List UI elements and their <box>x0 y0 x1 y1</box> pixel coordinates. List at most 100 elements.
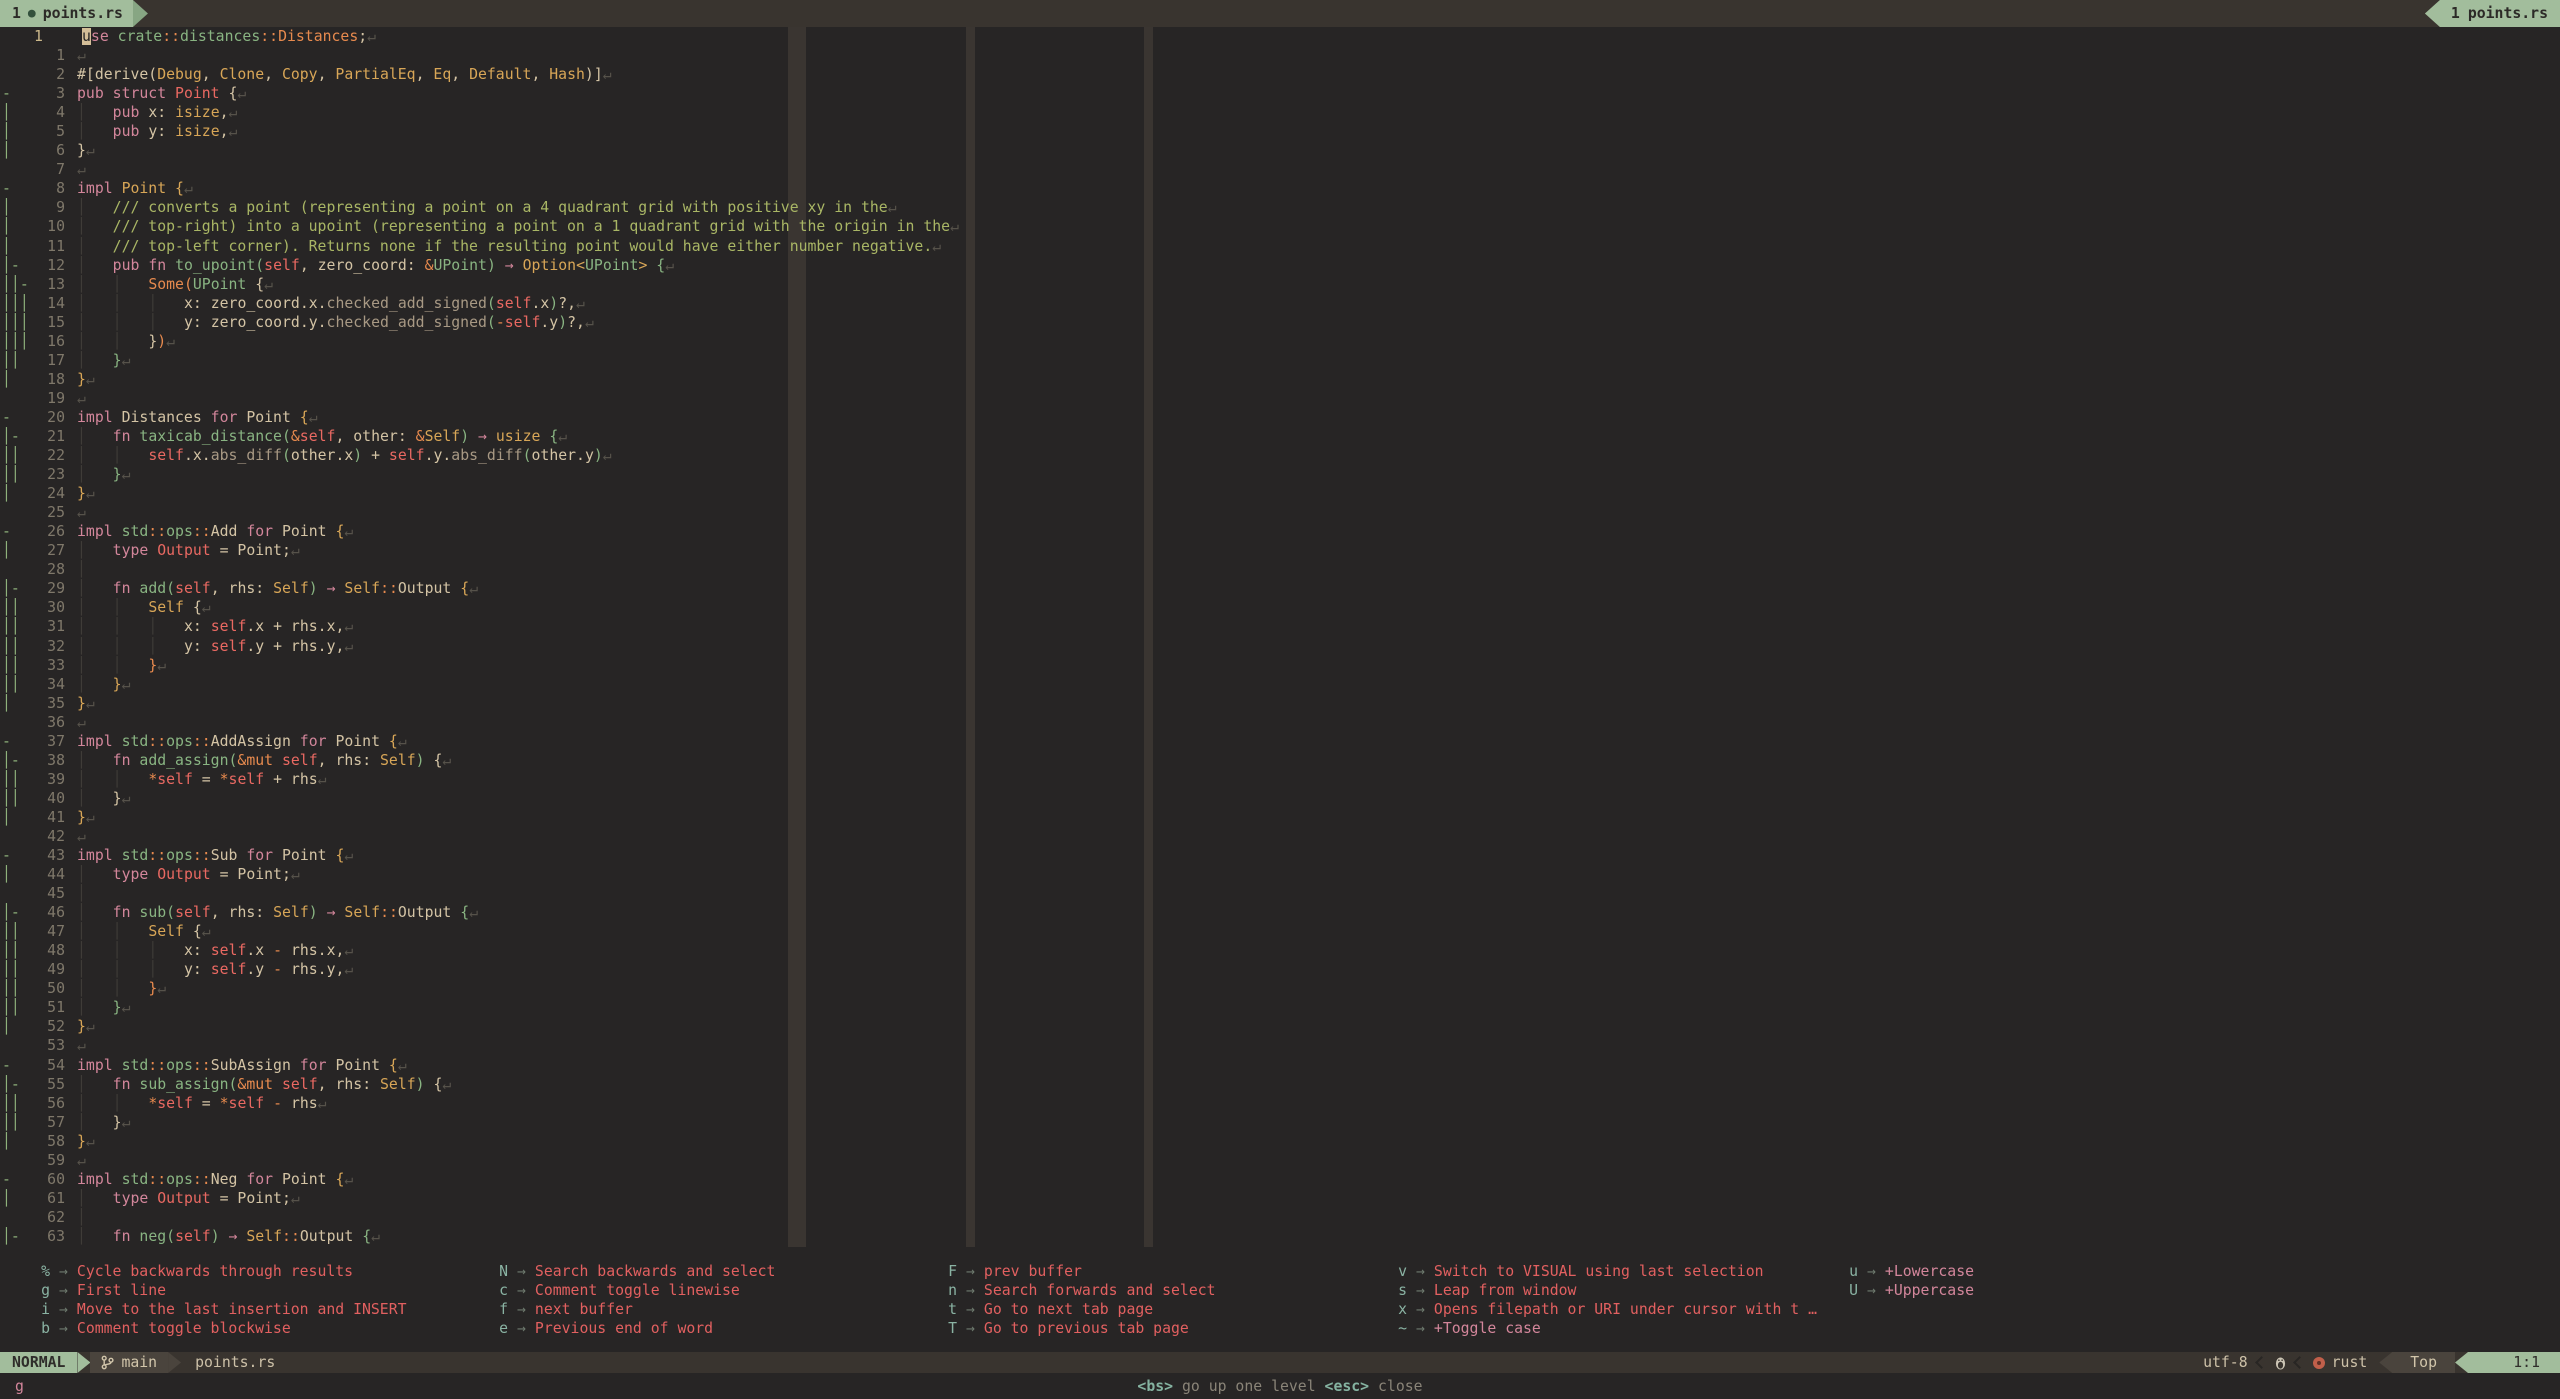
fold-column[interactable]: ││ <box>0 998 29 1017</box>
fold-column[interactable]: │ <box>0 198 29 217</box>
fold-column[interactable]: │- <box>0 751 29 770</box>
fold-column[interactable]: │ <box>0 694 29 713</box>
fold-column[interactable]: │ <box>0 484 29 503</box>
fold-column[interactable] <box>0 389 29 408</box>
fold-column[interactable]: ││ <box>0 465 29 484</box>
line-number[interactable]: 29 <box>29 579 65 598</box>
code-line[interactable]: │││ 14 │ │ │ x: zero_coord.x.checked_add_s… <box>0 294 2560 313</box>
fold-column[interactable]: ││ <box>0 675 29 694</box>
editor-window[interactable]: 1 use crate::distances::Distances;↵ 1 ↵ 2 #[d… <box>0 27 2560 1352</box>
code-line[interactable]: │- 12 │ pub fn to_upoint(self, zero_coord:… <box>0 256 2560 275</box>
line-number[interactable]: 55 <box>29 1075 65 1094</box>
fold-column[interactable] <box>0 1036 29 1055</box>
fold-column[interactable]: │ <box>0 237 29 256</box>
line-number[interactable]: 31 <box>29 617 65 636</box>
command-line[interactable]: g <bs> go up one level <esc> close <box>0 1373 2560 1399</box>
fold-column[interactable]: ││ <box>0 351 29 370</box>
line-number[interactable]: 59 <box>29 1151 65 1170</box>
code-line[interactable]: │││ 15 │ │ │ y: zero_coord.y.checked_add_s… <box>0 313 2560 332</box>
code-line[interactable]: ││ 17 │ }↵ <box>0 351 2560 370</box>
line-number[interactable]: 28 <box>29 560 65 579</box>
fold-column[interactable]: ││ <box>0 598 29 617</box>
code-line[interactable]: │ 41}↵ <box>0 808 2560 827</box>
line-number[interactable]: 32 <box>29 637 65 656</box>
line-number[interactable]: 37 <box>29 732 65 751</box>
code-line[interactable]: ││ 51 │ }↵ <box>0 998 2560 1017</box>
code-line[interactable]: 1 ↵ <box>0 46 2560 65</box>
fold-column[interactable]: │││ <box>0 332 29 351</box>
fold-column[interactable]: ││- <box>0 275 29 294</box>
fold-column[interactable]: ││ <box>0 770 29 789</box>
fold-column[interactable]: │- <box>0 903 29 922</box>
code-line[interactable]: 2 #[derive(Debug, Clone, Copy, PartialEq,… <box>0 65 2560 84</box>
line-number[interactable]: 36 <box>29 713 65 732</box>
tab-page-indicator[interactable]: 1 points.rs <box>2424 0 2560 27</box>
fold-column[interactable]: ││ <box>0 446 29 465</box>
fold-column[interactable]: │ <box>0 217 29 236</box>
code-line[interactable]: -3 pub struct Point {↵ <box>0 84 2560 103</box>
fold-column[interactable] <box>0 160 29 179</box>
code-line[interactable]: 25 ↵ <box>0 503 2560 522</box>
fold-column[interactable]: ││ <box>0 979 29 998</box>
line-number[interactable]: 27 <box>29 541 65 560</box>
code-line[interactable]: │ 27 │ type Output = Point;↵ <box>0 541 2560 560</box>
line-number[interactable]: 7 <box>29 160 65 179</box>
fold-column[interactable]: │││ <box>0 313 29 332</box>
line-number[interactable]: 60 <box>29 1170 65 1189</box>
code-line[interactable]: ││ 49 │ │ │ y: self.y - rhs.y,↵ <box>0 960 2560 979</box>
fold-column[interactable]: - <box>0 846 29 865</box>
code-line[interactable]: 45 │ <box>0 884 2560 903</box>
code-line[interactable]: ││ 50 │ │ }↵ <box>0 979 2560 998</box>
code-line[interactable]: │ 11 │ /// top-left corner). Returns none … <box>0 237 2560 256</box>
code-line[interactable]: ││ 47 │ │ Self {↵ <box>0 922 2560 941</box>
fold-column[interactable] <box>0 65 29 84</box>
code-line[interactable]: │ 24}↵ <box>0 484 2560 503</box>
fold-column[interactable] <box>0 503 29 522</box>
fold-column[interactable]: ││ <box>0 1094 29 1113</box>
line-number[interactable]: 39 <box>29 770 65 789</box>
line-number[interactable]: 42 <box>29 827 65 846</box>
line-number[interactable]: 23 <box>29 465 65 484</box>
code-line[interactable]: ││ 48 │ │ │ x: self.x - rhs.x,↵ <box>0 941 2560 960</box>
line-number[interactable]: 57 <box>29 1113 65 1132</box>
line-number[interactable]: 4 <box>29 103 65 122</box>
fold-column[interactable] <box>0 1208 29 1227</box>
code-line[interactable]: │ 58}↵ <box>0 1132 2560 1151</box>
line-number[interactable]: 35 <box>29 694 65 713</box>
line-number[interactable]: 25 <box>29 503 65 522</box>
code-line[interactable]: │ 6}↵ <box>0 141 2560 160</box>
fold-column[interactable] <box>0 46 29 65</box>
fold-column[interactable]: - <box>0 1056 29 1075</box>
fold-column[interactable]: │ <box>0 865 29 884</box>
line-number[interactable]: 44 <box>29 865 65 884</box>
line-number[interactable]: 5 <box>29 122 65 141</box>
fold-column[interactable]: ││ <box>0 941 29 960</box>
line-number[interactable]: 15 <box>29 313 65 332</box>
fold-column[interactable]: ││ <box>0 637 29 656</box>
line-number[interactable]: 54 <box>29 1056 65 1075</box>
line-number[interactable]: 19 <box>29 389 65 408</box>
fold-column[interactable] <box>0 713 29 732</box>
code-line[interactable]: │ 18}↵ <box>0 370 2560 389</box>
fold-column[interactable]: │ <box>0 808 29 827</box>
fold-column[interactable]: ││ <box>0 656 29 675</box>
code-line[interactable]: ││ 34 │ }↵ <box>0 675 2560 694</box>
line-number[interactable]: 33 <box>29 656 65 675</box>
fold-column[interactable]: - <box>0 1170 29 1189</box>
line-number[interactable]: 45 <box>29 884 65 903</box>
fold-column[interactable]: │││ <box>0 294 29 313</box>
fold-column[interactable]: │- <box>0 1075 29 1094</box>
line-number[interactable]: 63 <box>29 1227 65 1246</box>
code-line[interactable]: ││ 22 │ │ self.x.abs_diff(other.x) + self.… <box>0 446 2560 465</box>
line-number[interactable]: 47 <box>29 922 65 941</box>
fold-column[interactable]: │- <box>0 256 29 275</box>
line-number[interactable]: 24 <box>29 484 65 503</box>
line-number[interactable]: 26 <box>29 522 65 541</box>
line-number[interactable]: 1 <box>29 27 70 46</box>
fold-column[interactable]: │ <box>0 1189 29 1208</box>
fold-column[interactable]: │ <box>0 1017 29 1036</box>
line-number[interactable]: 50 <box>29 979 65 998</box>
code-line[interactable]: 62 │ <box>0 1208 2560 1227</box>
code-line[interactable]: 28 │ <box>0 560 2560 579</box>
code-line[interactable]: -20 impl Distances for Point {↵ <box>0 408 2560 427</box>
